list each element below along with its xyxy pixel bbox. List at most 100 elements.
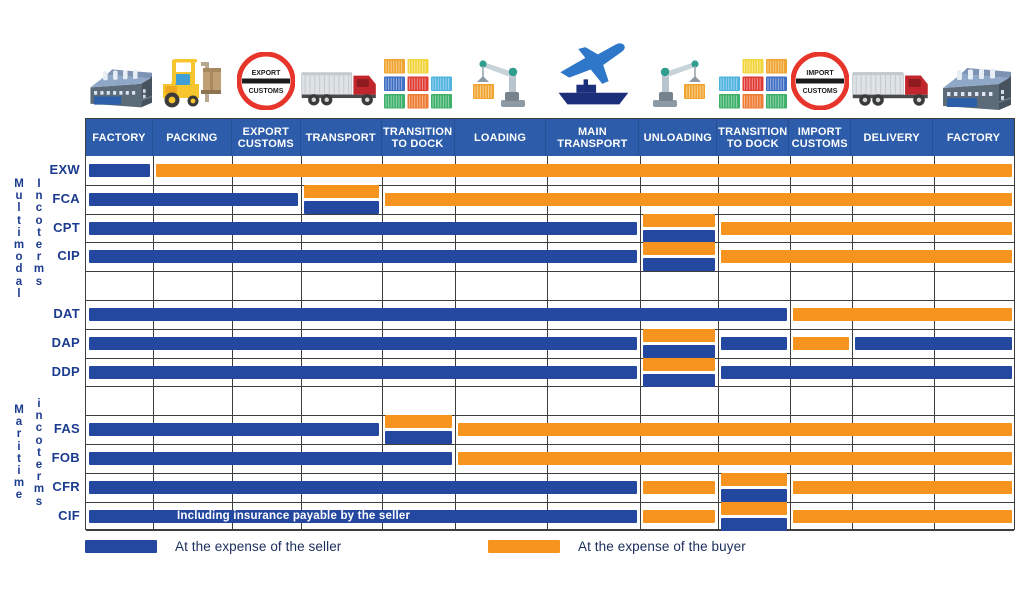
column-divider [790,156,791,530]
column-header-9: IMPORT CUSTOMS [789,119,852,156]
factory-icon [933,22,1014,110]
legend-item-buyer: At the expense of the buyer [488,536,746,556]
row-divider [86,357,1014,359]
row-label-fob: FOB [51,449,80,465]
column-divider [640,156,641,530]
column-header-8: TRANSITION TO DOCK [717,119,790,156]
row-divider [86,472,1014,474]
row-label-ddp: DDP [51,363,80,379]
svg-text:CUSTOMS: CUSTOMS [248,88,283,95]
plane-ship-icon [546,22,639,110]
bar-exw-buyer [156,163,1012,177]
column-divider [852,156,853,530]
row-divider [86,444,1014,445]
truck-icon [300,22,381,110]
row-label-cif: CIF [58,507,80,523]
row-divider [86,530,1014,532]
column-header-3: TRANSPORT [301,119,382,156]
bar-fas-seller [89,423,379,437]
row-label-fca: FCA [52,190,80,206]
bar-exw-seller [89,163,150,177]
row-divider [86,328,1014,330]
column-header-2: EXPORT CUSTOMS [232,119,301,156]
bar-cfr-buyer [793,480,1012,494]
table-body: Including insurance payable by the selle… [86,156,1014,532]
bar-fca-buyer [304,184,379,198]
export-customs-sign-icon: EXPORT CUSTOMS [231,22,300,110]
bar-dap-seller [643,344,715,358]
supply-chain-icon-strip: EXPORT CUSTOMS IMPORT CUSTOMS [85,22,1015,110]
column-header-10: DELIVERY [851,119,934,156]
legend-label-seller: At the expense of the seller [175,538,342,554]
row-label-cfr: CFR [52,478,80,494]
column-header-7: UNLOADING [639,119,718,156]
bar-cip-buyer [643,242,715,256]
bar-cpt-buyer [721,221,1012,235]
column-header-5: LOADING [455,119,547,156]
bar-cpt-seller [89,221,637,235]
bar-fob-buyer [458,451,1012,465]
incoterms-infographic: EXPORT CUSTOMS IMPORT CUSTOMS Multimodal In… [0,0,1024,597]
bar-dap-seller [721,336,787,350]
bar-cfr-seller [89,480,637,494]
group-label-multimodal: Multimodal [13,178,25,300]
bar-dap-buyer [793,336,849,350]
bar-dap-buyer [643,328,715,342]
truck-icon [851,22,933,110]
bar-dap-seller [855,336,1012,350]
row-label-exw: EXW [49,161,80,177]
row-label-fas: FAS [53,421,80,437]
bar-cfr-seller [721,488,787,502]
column-header-0: FACTORY [86,119,153,156]
group-label-maritime: Maritime [13,404,25,502]
bar-ddp-buyer [643,357,715,371]
legend-item-seller: At the expense of the seller [85,536,341,556]
bar-cip-seller [643,258,715,272]
row-label-cpt: CPT [53,219,80,235]
bar-cfr-buyer [721,472,787,486]
column-header-4: TRANSITION TO DOCK [382,119,455,156]
incoterms-table: FACTORY PACKING EXPORT CUSTOMS TRANSPORT TRAN… [85,118,1015,532]
row-divider [86,415,1014,417]
bar-fas-buyer [458,423,1012,437]
bar-cpt-seller [643,229,715,243]
legend-swatch-seller-icon [85,539,157,553]
bar-dat-seller [89,307,787,321]
column-divider [718,156,719,530]
bar-dap-seller [89,336,637,350]
legend: At the expense of the seller At the expe… [85,536,1015,560]
column-header-11: FACTORY [946,131,1001,144]
bar-fca-seller [304,200,379,214]
bar-cif-buyer [643,509,715,523]
crane-unloading-icon [639,22,717,110]
row-label-dat: DAT [53,305,80,321]
bar-cif-buyer [793,509,1012,523]
row-divider [86,271,1014,273]
containers-stack-icon [381,22,454,110]
row-divider [86,501,1014,503]
bar-fas-seller [385,431,452,445]
bar-fob-seller [89,451,452,465]
legend-label-buyer: At the expense of the buyer [578,538,746,554]
bar-cif-buyer [721,501,787,515]
bar-cip-buyer [721,250,1012,264]
crane-loading-icon [454,22,546,110]
bar-cfr-buyer [643,480,715,494]
forklift-icon [152,22,231,110]
row-divider [86,386,1014,388]
bar-cif-seller [721,517,787,531]
bar-ddp-seller [721,365,1012,379]
row-divider [86,213,1014,215]
row-label-cip: CIP [57,248,80,264]
row-divider [86,242,1014,244]
column-header-6: MAIN TRANSPORT [546,119,640,156]
bar-ddp-seller [89,365,637,379]
row-label-dap: DAP [51,334,80,350]
bar-ddp-seller [643,373,715,387]
svg-text:IMPORT: IMPORT [806,70,834,77]
bar-dat-buyer [793,307,1012,321]
svg-text:CUSTOMS: CUSTOMS [803,88,838,95]
svg-text:EXPORT: EXPORT [251,70,281,77]
bar-fca-seller [89,192,298,206]
bar-fca-buyer [385,192,1012,206]
